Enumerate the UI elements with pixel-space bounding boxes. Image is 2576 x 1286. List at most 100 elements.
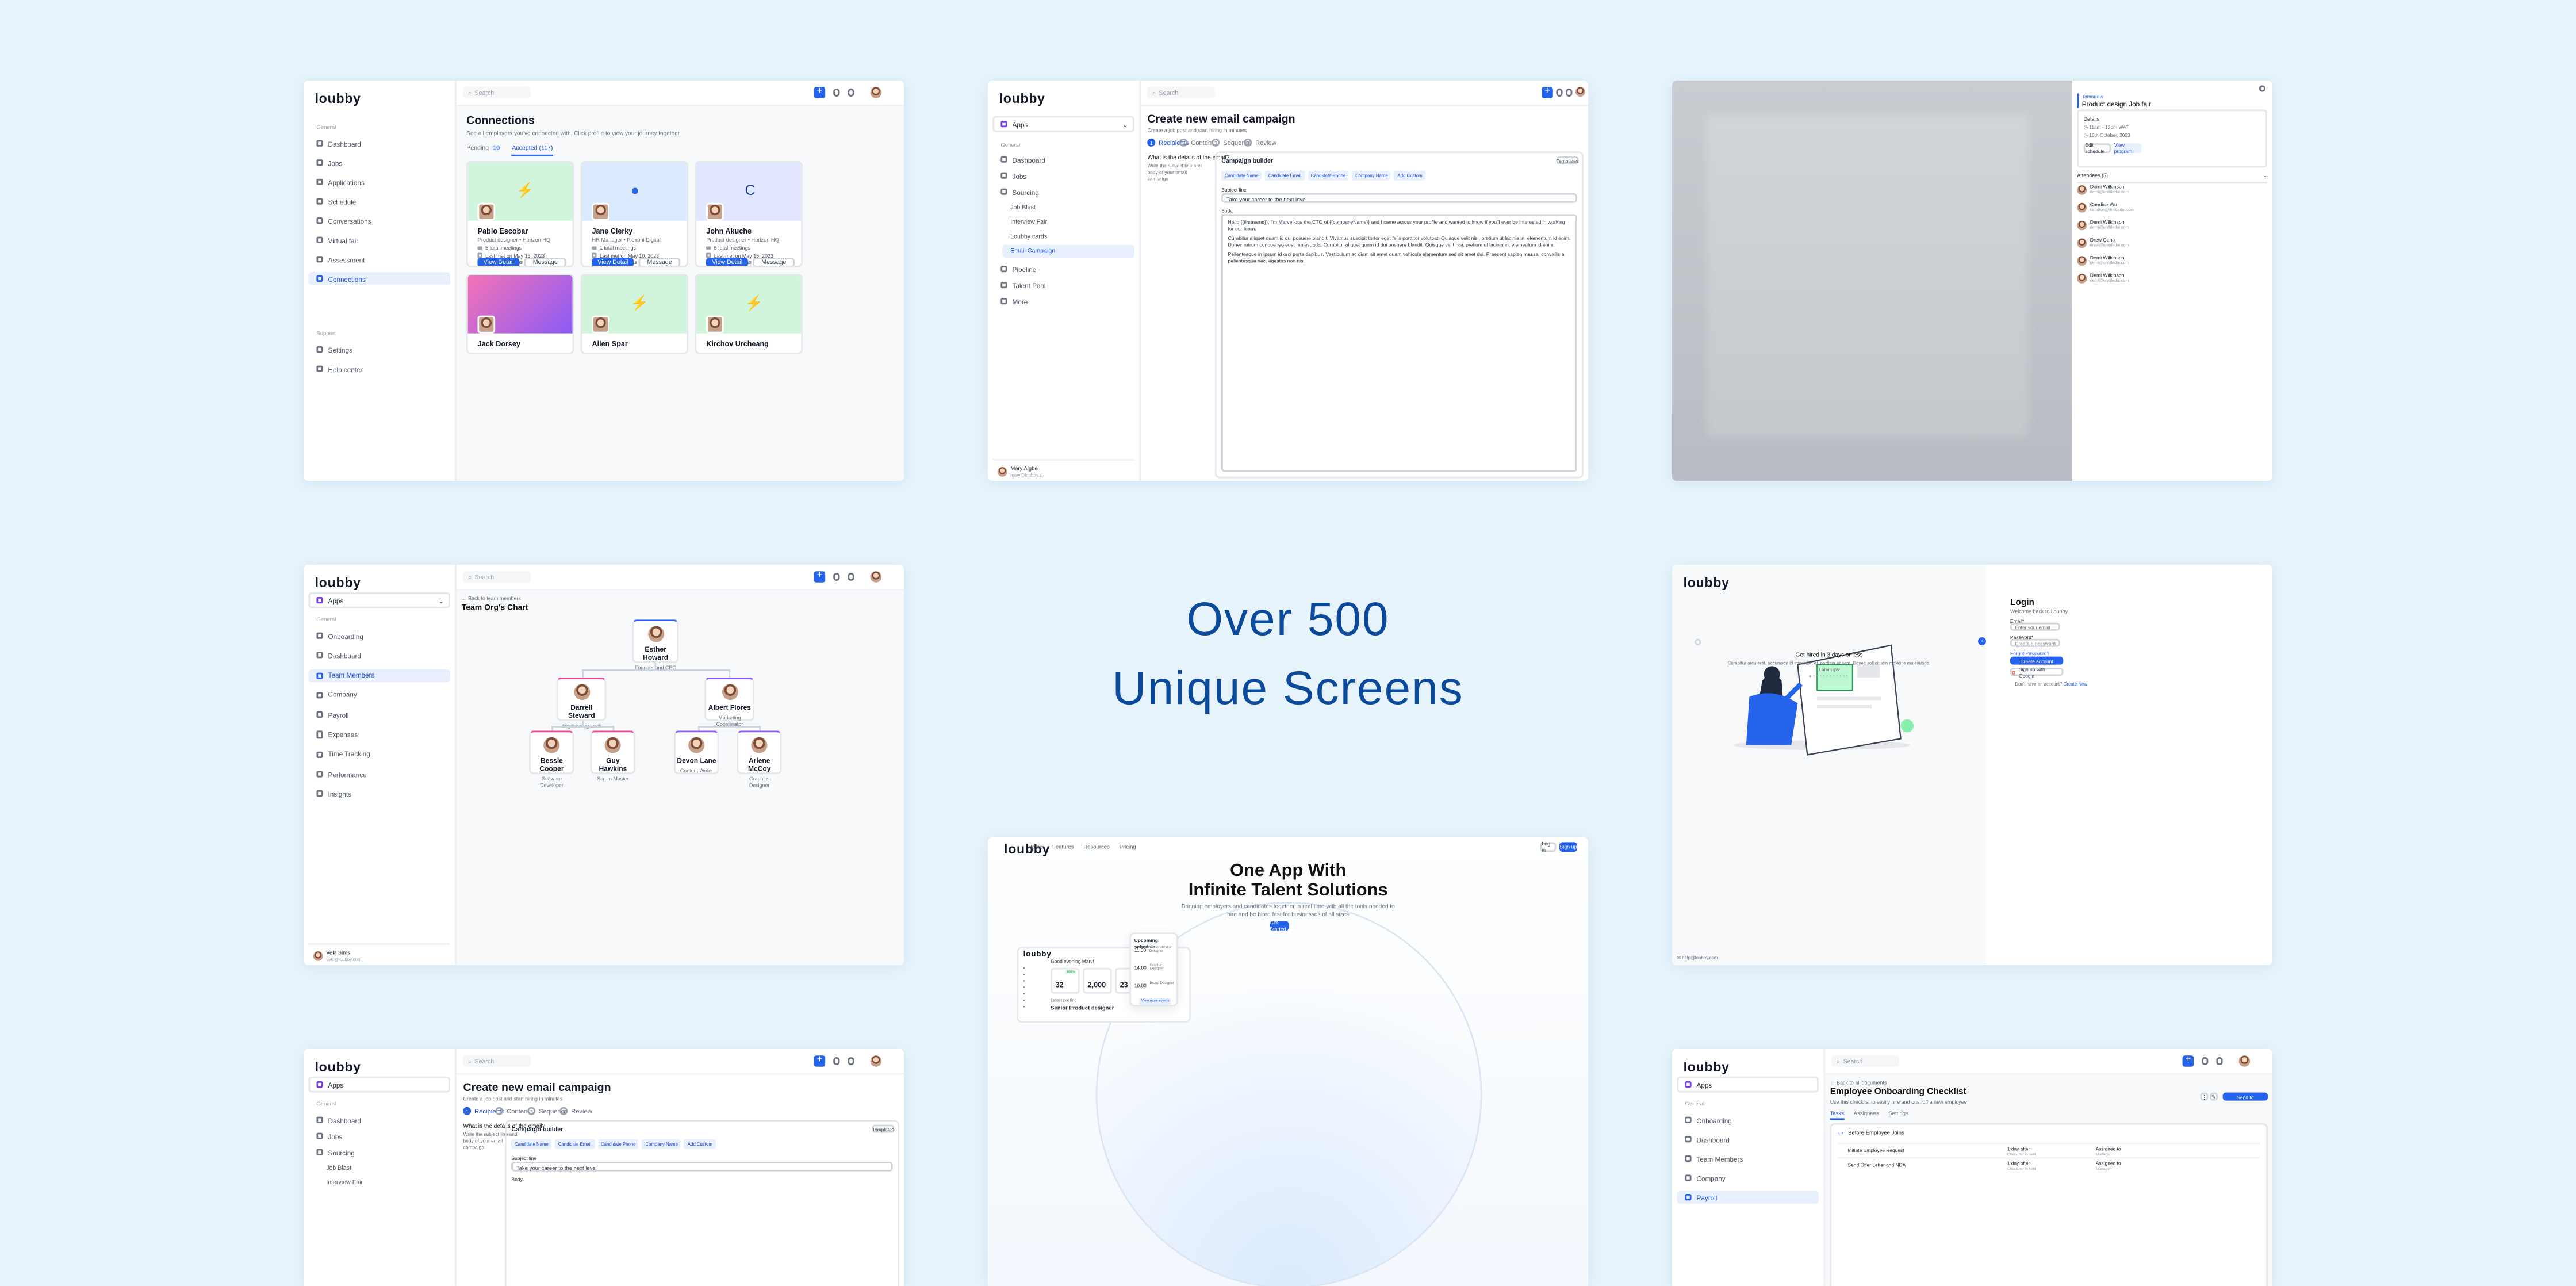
connection-card[interactable]: ⚡ Allen Spar	[580, 274, 689, 354]
forgot-password-link[interactable]: Forgot Password?	[2010, 650, 2049, 656]
sidebar-item-jobs[interactable]: Jobs	[308, 1130, 450, 1142]
add-button[interactable]: +	[814, 86, 826, 98]
apps-switcher[interactable]: Apps	[308, 1076, 451, 1093]
step-content[interactable]: 2 Content	[495, 1107, 529, 1115]
attendees-header[interactable]: Attendees (5) ⌄	[2077, 173, 2267, 183]
avatar[interactable]	[870, 570, 882, 582]
org-node[interactable]: Darrell Steward Engineering Lead	[556, 678, 607, 728]
avatar[interactable]	[1575, 86, 1585, 96]
sidebar-item-payroll[interactable]: Payroll	[1677, 1191, 1819, 1204]
sidebar-item-company[interactable]: Company	[308, 688, 450, 701]
sidebar-item-team-members[interactable]: Team Members	[1677, 1152, 1819, 1165]
sidebar-subitem-interview-fair[interactable]: Interview Fair	[1002, 216, 1134, 228]
view-detail-button[interactable]: View Detail	[477, 258, 520, 266]
help-icon[interactable]	[832, 1057, 840, 1065]
attendee-row[interactable]: Demi Wilkinson demi@untitledui.com	[2077, 272, 2129, 284]
sidebar-item-onboarding[interactable]: Onboarding	[1677, 1113, 1819, 1126]
tab-assignees[interactable]: Assignees	[1854, 1110, 1879, 1120]
sidebar-item-connections[interactable]: Connections	[308, 272, 451, 285]
sidebar-item-sourcing[interactable]: Sourcing	[308, 1146, 450, 1158]
prev-slide-button[interactable]	[1695, 638, 1701, 645]
sidebar-item-expenses[interactable]: Expenses	[308, 728, 450, 741]
view-detail-button[interactable]: View Detail	[706, 258, 749, 266]
sidebar-item-insights[interactable]: Insights	[308, 787, 450, 800]
back-link[interactable]: ← Back to team members	[462, 595, 521, 602]
variable-chip[interactable]: Add Custom	[1394, 170, 1426, 181]
message-button[interactable]: Message	[524, 258, 566, 266]
help-icon[interactable]	[2201, 1057, 2209, 1065]
tab-accepted[interactable]: Accepted (117)	[512, 145, 553, 156]
nav-link-pricing[interactable]: Pricing	[1120, 844, 1136, 850]
sidebar-subitem-interview-fair[interactable]: Interview Fair	[318, 1176, 450, 1189]
attendee-row[interactable]: Demi Wilkinson demi@untitledui.com	[2077, 183, 2129, 195]
login-button[interactable]: Log in	[1540, 841, 1557, 853]
back-link[interactable]: ← Back to all documents	[1830, 1080, 1887, 1086]
sidebar-item-time-tracking[interactable]: Time Tracking	[308, 748, 450, 761]
help-icon[interactable]	[1555, 89, 1563, 96]
message-button[interactable]: Message	[753, 258, 795, 266]
avatar[interactable]	[870, 86, 882, 98]
attendee-row[interactable]: Demi Wilkinson demi@untitledui.com	[2077, 219, 2129, 230]
bell-icon[interactable]	[1565, 89, 1573, 96]
org-node[interactable]: Albert Flores Marketing Coordinator	[704, 678, 755, 726]
edit-icon[interactable]: ✎	[2210, 1092, 2218, 1101]
sidebar-item-more[interactable]: More	[992, 294, 1134, 307]
bell-icon[interactable]	[847, 573, 854, 580]
user-card[interactable]: Mary Algbe mary@loubby.ai	[992, 459, 1135, 481]
subject-input[interactable]: Take your career to the next level	[511, 1162, 893, 1172]
bell-icon[interactable]	[847, 89, 854, 96]
sidebar-item-pipeline[interactable]: Pipeline	[992, 262, 1134, 275]
get-started-button[interactable]: Get Started	[1270, 920, 1289, 932]
email-field[interactable]	[2010, 622, 2060, 631]
search-input[interactable]: ⌕ Search	[463, 571, 531, 583]
schedule-row[interactable]: 11:00 Senior Product Designer	[1134, 947, 1176, 953]
message-button[interactable]: Message	[638, 258, 681, 266]
step-review[interactable]: 4 Review	[559, 1107, 592, 1115]
view-more-button[interactable]: View more events	[1139, 998, 1172, 1005]
sidebar-item-applications[interactable]: Applications	[308, 175, 450, 188]
sidebar-item-virtual-fair[interactable]: Virtual fair	[308, 234, 450, 246]
variable-chip[interactable]: Candidate Phone	[1308, 170, 1349, 181]
sidebar-item-performance[interactable]: Performance	[308, 768, 450, 780]
create-new-link[interactable]: Create New	[2064, 681, 2087, 687]
attendee-row[interactable]: Drew Cano drew@untitledui.com	[2077, 237, 2129, 248]
sidebar-item-onboarding[interactable]: Onboarding	[308, 629, 450, 642]
sidebar-item-company[interactable]: Company	[1677, 1172, 1819, 1184]
connection-card[interactable]: Jack Dorsey	[466, 274, 574, 354]
sidebar-item-dashboard[interactable]: Dashboard	[992, 153, 1134, 166]
org-node[interactable]: Esther Howard Founder and CEO	[632, 619, 679, 670]
schedule-row[interactable]: 10:00 Brand Designer	[1134, 982, 1174, 989]
add-button[interactable]: +	[814, 570, 826, 582]
org-node[interactable]: Guy Hawkins Scrum Master	[590, 730, 636, 782]
table-row[interactable]: Send Offer Letter and NDA 1 day after Char…	[1838, 1157, 2260, 1170]
sidebar-subitem-loubby-cards[interactable]: Loubby cards	[1002, 230, 1134, 243]
sidebar-item-dashboard[interactable]: Dashboard	[308, 137, 450, 150]
user-card[interactable]: Vekl Sims vekl@loubby.com	[308, 943, 451, 965]
search-input[interactable]: ⌕ Search	[463, 87, 531, 98]
search-input[interactable]: ⌕ Search	[1147, 87, 1216, 98]
avatar[interactable]	[2238, 1054, 2251, 1066]
sidebar-item-jobs[interactable]: Jobs	[992, 169, 1134, 182]
variable-chip[interactable]: Company Name	[1352, 170, 1392, 181]
add-button[interactable]: +	[1542, 86, 1553, 98]
bell-icon[interactable]	[2215, 1057, 2223, 1065]
templates-dropdown[interactable]: Templates	[1556, 156, 1579, 164]
next-slide-button[interactable]: ›	[1978, 637, 1986, 645]
variable-chip[interactable]: Add Custom	[684, 1139, 716, 1149]
more-icon[interactable]: ⋮	[2200, 1092, 2209, 1101]
org-node[interactable]: Arlene McCoy Graphics Designer	[737, 730, 782, 788]
search-input[interactable]: ⌕ Search	[463, 1055, 531, 1067]
sidebar-item-schedule[interactable]: Schedule	[308, 195, 450, 208]
connection-card[interactable]: ⚡ Pablo Escobar Product designer • Horizon…	[466, 161, 574, 267]
sidebar-item-jobs[interactable]: Jobs	[308, 156, 450, 169]
connection-card[interactable]: ⚡ Kirchov Urcheang	[695, 274, 803, 354]
apps-switcher[interactable]: Apps ⌄	[308, 592, 451, 608]
help-icon[interactable]	[832, 89, 840, 96]
sidebar-item-assessment[interactable]: Assessment	[308, 253, 450, 266]
subject-input[interactable]: Take your career to the next level	[1221, 193, 1577, 203]
sidebar-item-settings[interactable]: Settings	[308, 343, 450, 355]
sidebar-item-dashboard[interactable]: Dashboard	[308, 1113, 450, 1126]
templates-dropdown[interactable]: Templates	[872, 1124, 895, 1133]
connection-card[interactable]: ● Jane Clerky HR Manager • Plexoni Digital…	[580, 161, 689, 267]
tab-settings[interactable]: Settings	[1888, 1110, 1908, 1120]
